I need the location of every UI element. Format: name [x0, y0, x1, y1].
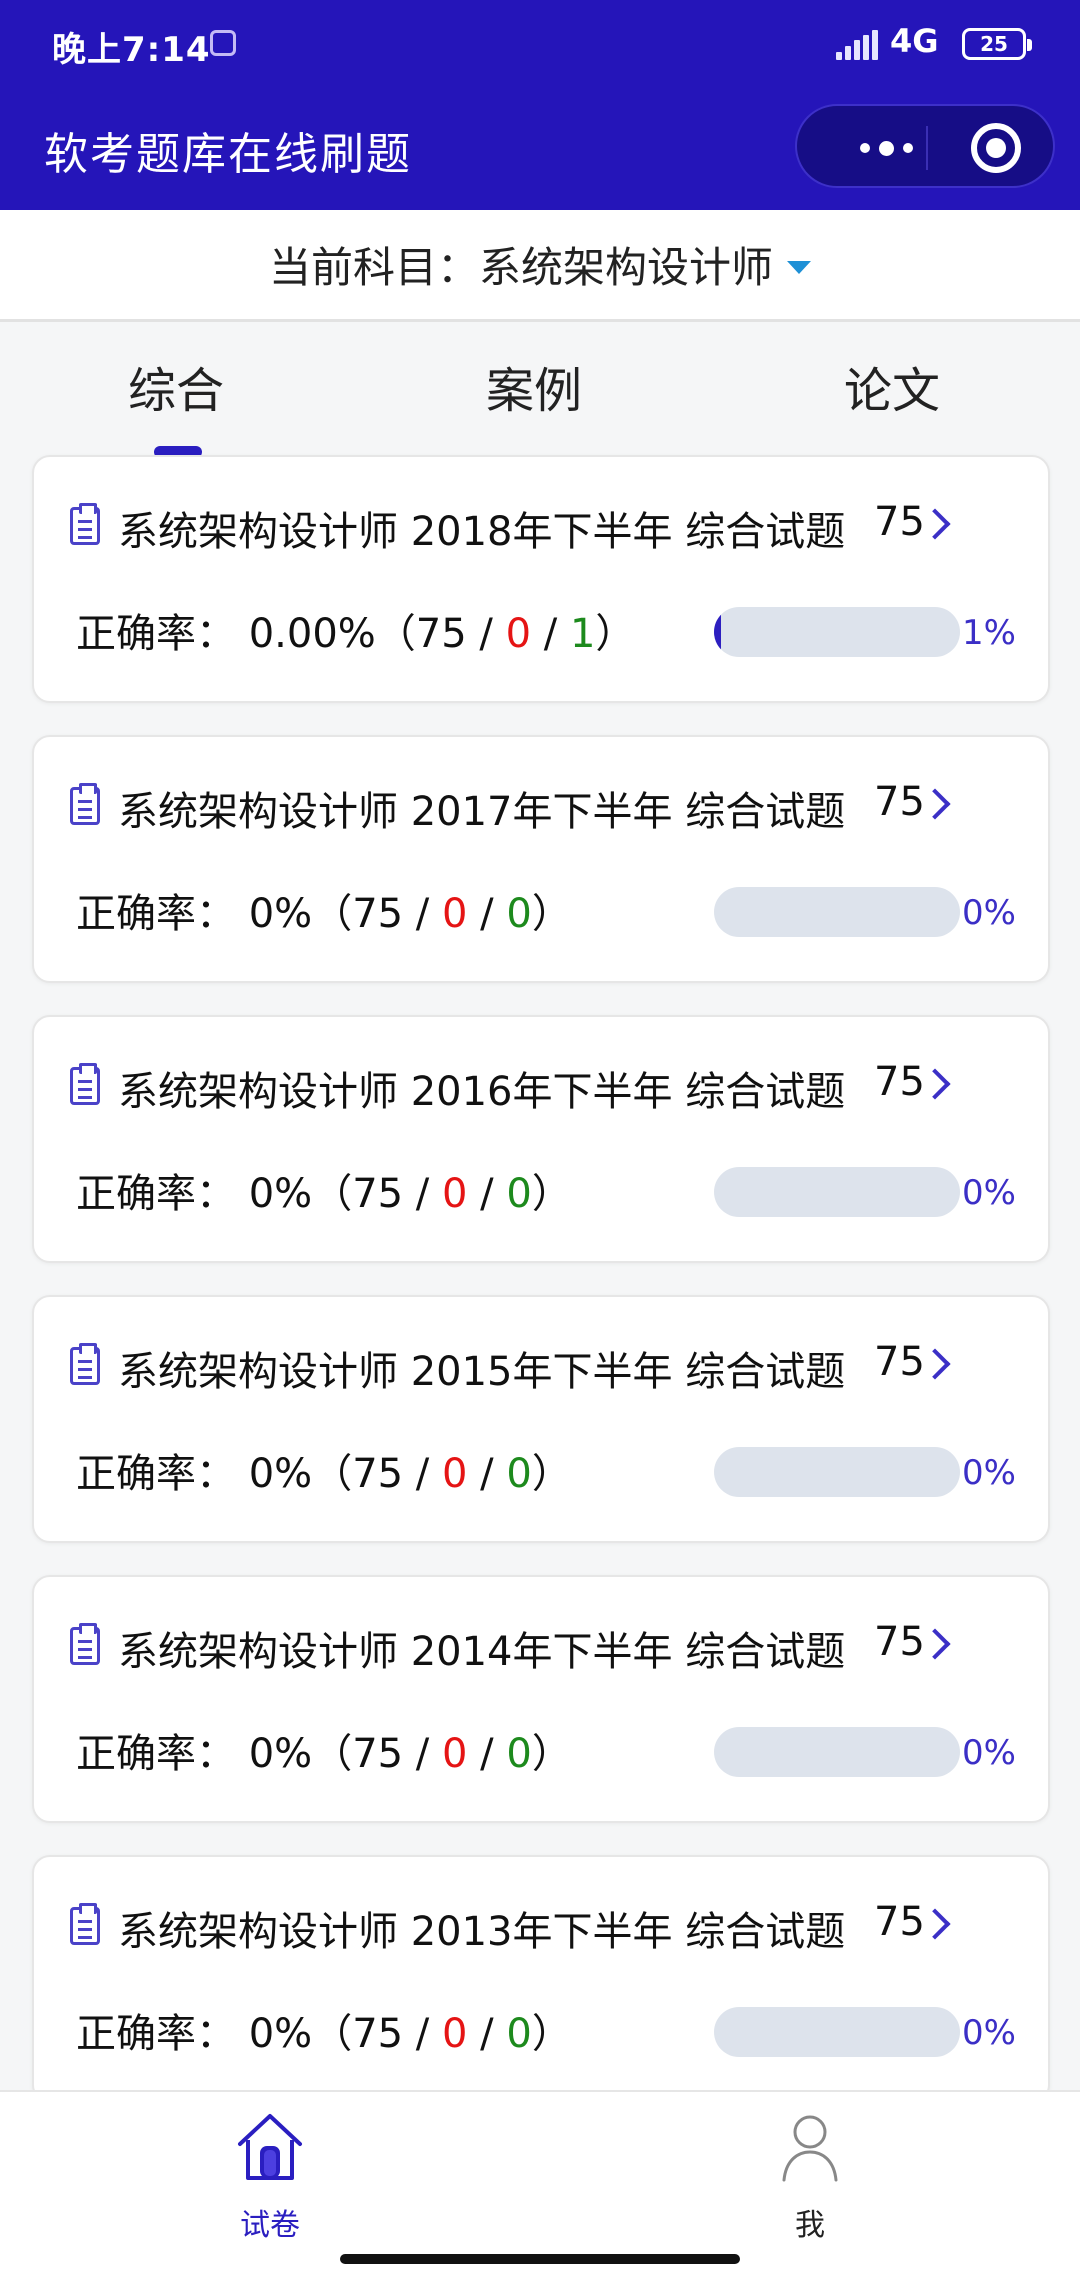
- paper-card[interactable]: 系统架构设计师 2016年下半年 综合试题 75 正确率： 0%（75 / 0 / …: [32, 1015, 1050, 1263]
- accuracy-label: 正确率：: [76, 611, 236, 657]
- progress-percent: 0%: [962, 1173, 1016, 1213]
- accuracy-line: 正确率： 0%（75 / 0 / 0）: [76, 2011, 572, 2057]
- progress-percent: 0%: [962, 2013, 1016, 2053]
- accuracy-value: 0%: [248, 1451, 313, 1497]
- paper-title: 系统架构设计师 2014年下半年 综合试题: [118, 1629, 846, 1675]
- question-count: 75: [874, 779, 925, 825]
- total-count: 75: [352, 2011, 404, 2057]
- wrong-count: 0: [505, 611, 532, 657]
- wrong-count: 0: [442, 1451, 468, 1497]
- paper-card[interactable]: 系统架构设计师 2013年下半年 综合试题 75 正确率： 0%（75 / 0 / …: [32, 1855, 1050, 2103]
- accuracy-line: 正确率： 0%（75 / 0 / 0）: [76, 891, 572, 937]
- total-count: 75: [352, 1731, 404, 1777]
- total-count: 75: [352, 1451, 404, 1497]
- document-icon: [70, 783, 100, 825]
- question-count: 75: [874, 1339, 925, 1385]
- done-count: 0: [506, 1171, 532, 1217]
- document-icon: [70, 1343, 100, 1385]
- progress-bar: [714, 607, 960, 657]
- accuracy-value: 0%: [248, 2011, 313, 2057]
- done-count: 0: [506, 2011, 532, 2057]
- accuracy-line: 正确率： 0.00%（75 / 0 / 1）: [76, 611, 636, 657]
- done-count: 0: [506, 891, 532, 937]
- home-indicator: [340, 2254, 740, 2264]
- done-count: 0: [506, 1451, 532, 1497]
- bottom-tab-label: 试卷: [240, 2208, 300, 2243]
- user-icon: [782, 2115, 838, 2182]
- progress-fill: [714, 607, 722, 657]
- progress-bar: [714, 1167, 960, 1217]
- paper-title: 系统架构设计师 2015年下半年 综合试题: [118, 1349, 846, 1395]
- bottom-tab-label: 我: [795, 2208, 825, 2243]
- total-count: 75: [352, 891, 404, 937]
- paper-title: 系统架构设计师 2013年下半年 综合试题: [118, 1909, 846, 1955]
- done-count: 1: [569, 611, 596, 657]
- total-count: 75: [415, 611, 467, 657]
- accuracy-value: 0%: [248, 1731, 313, 1777]
- paper-title: 系统架构设计师 2018年下半年 综合试题: [118, 509, 846, 555]
- accuracy-value: 0%: [248, 1171, 313, 1217]
- done-count: 0: [506, 1731, 532, 1777]
- document-icon: [70, 1903, 100, 1945]
- question-count: 75: [874, 1059, 925, 1105]
- accuracy-line: 正确率： 0%（75 / 0 / 0）: [76, 1731, 572, 1777]
- bottom-tab-me[interactable]: 我: [730, 2110, 890, 2243]
- accuracy-label: 正确率：: [76, 891, 236, 937]
- question-count: 75: [874, 1619, 925, 1665]
- accuracy-label: 正确率：: [76, 2011, 236, 2057]
- progress-bar: [714, 1447, 960, 1497]
- progress-percent: 1%: [962, 613, 1016, 653]
- document-icon: [70, 1063, 100, 1105]
- accuracy-line: 正确率： 0%（75 / 0 / 0）: [76, 1171, 572, 1217]
- accuracy-label: 正确率：: [76, 1171, 236, 1217]
- wrong-count: 0: [442, 891, 468, 937]
- question-count: 75: [874, 1899, 925, 1945]
- progress-percent: 0%: [962, 893, 1016, 933]
- total-count: 75: [352, 1171, 404, 1217]
- progress-bar: [714, 887, 960, 937]
- bottom-tab-papers[interactable]: 试卷: [190, 2110, 350, 2243]
- accuracy-value: 0.00%: [248, 611, 376, 657]
- accuracy-line: 正确率： 0%（75 / 0 / 0）: [76, 1451, 572, 1497]
- accuracy-label: 正确率：: [76, 1731, 236, 1777]
- paper-list: 系统架构设计师 2018年下半年 综合试题 75 正确率： 0.00%（75 / 0…: [0, 0, 1080, 2280]
- accuracy-label: 正确率：: [76, 1451, 236, 1497]
- paper-card[interactable]: 系统架构设计师 2017年下半年 综合试题 75 正确率： 0%（75 / 0 / …: [32, 735, 1050, 983]
- question-count: 75: [874, 499, 925, 545]
- document-icon: [70, 1623, 100, 1665]
- paper-title: 系统架构设计师 2017年下半年 综合试题: [118, 789, 846, 835]
- progress-bar: [714, 2007, 960, 2057]
- paper-card[interactable]: 系统架构设计师 2018年下半年 综合试题 75 正确率： 0.00%（75 / 0…: [32, 455, 1050, 703]
- progress-percent: 0%: [962, 1733, 1016, 1773]
- paper-title: 系统架构设计师 2016年下半年 综合试题: [118, 1069, 846, 1115]
- document-icon: [70, 503, 100, 545]
- bottom-tab-bar: 试卷 我: [0, 2090, 1080, 2280]
- progress-percent: 0%: [962, 1453, 1016, 1493]
- accuracy-value: 0%: [248, 891, 313, 937]
- paper-card[interactable]: 系统架构设计师 2015年下半年 综合试题 75 正确率： 0%（75 / 0 / …: [32, 1295, 1050, 1543]
- wrong-count: 0: [442, 2011, 468, 2057]
- wrong-count: 0: [442, 1171, 468, 1217]
- wrong-count: 0: [442, 1731, 468, 1777]
- progress-bar: [714, 1727, 960, 1777]
- paper-card[interactable]: 系统架构设计师 2014年下半年 综合试题 75 正确率： 0%（75 / 0 / …: [32, 1575, 1050, 1823]
- home-icon: [238, 2114, 302, 2180]
